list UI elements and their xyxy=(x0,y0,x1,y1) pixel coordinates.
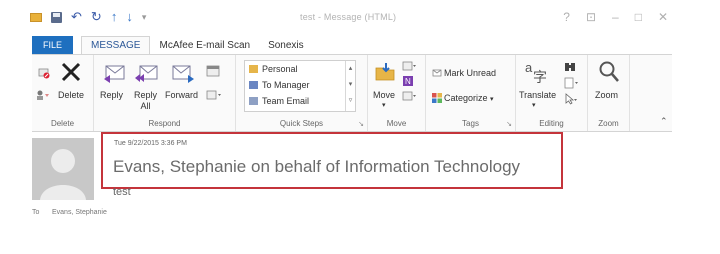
categorize-dropdown-icon: ▾ xyxy=(490,96,494,103)
reply-button[interactable]: Reply xyxy=(100,90,123,100)
quick-access-toolbar: ↶ ↻ ↑ ↓ ▾ xyxy=(30,10,147,23)
more-respond-icon[interactable] xyxy=(206,90,222,100)
title-bar: ↶ ↻ ↑ ↓ ▾ test - Message (HTML) ? ⊡ – □ … xyxy=(0,0,720,34)
onenote-icon[interactable]: N xyxy=(402,75,414,87)
sender-name[interactable]: Evans, Stephanie on behalf of Informatio… xyxy=(113,157,520,177)
move-folder-icon[interactable] xyxy=(374,61,396,83)
folder-icon xyxy=(249,65,258,73)
mark-unread-icon xyxy=(432,69,442,77)
to-label: To xyxy=(32,209,40,216)
forward-button[interactable]: Forward xyxy=(165,90,198,100)
delete-button[interactable]: Delete xyxy=(58,90,84,100)
mark-unread-button[interactable]: Mark Unread xyxy=(444,68,496,78)
forward-mail-icon xyxy=(249,81,258,89)
move-group-label: Move xyxy=(386,119,407,128)
zoom-group-label: Zoom xyxy=(598,119,619,128)
undo-icon[interactable]: ↶ xyxy=(71,10,82,23)
svg-text:a: a xyxy=(525,60,533,75)
person-placeholder-icon xyxy=(32,138,94,200)
window-title: test - Message (HTML) xyxy=(300,12,397,22)
quick-steps-group-label: Quick Steps xyxy=(279,119,324,128)
editing-group: a 字 Translate ▾ Editing xyxy=(516,55,588,131)
mail-icon[interactable] xyxy=(30,12,42,22)
to-recipient[interactable]: Evans, Stephanie xyxy=(52,209,107,216)
ribbon-tabs: FILE MESSAGE McAfee E-mail Scan Sonexis xyxy=(32,36,313,54)
categorize-button[interactable]: Categorize ▾ xyxy=(444,93,494,103)
rules-icon[interactable] xyxy=(402,61,416,71)
actions-icon[interactable] xyxy=(402,91,416,101)
reply-all-button[interactable]: Reply All xyxy=(134,90,157,112)
ribbon: Delete Delete Reply Reply All Forward Re… xyxy=(32,54,672,132)
up-arrow-icon[interactable]: ↑ xyxy=(111,10,118,23)
respond-group: Reply Reply All Forward Respond xyxy=(94,55,236,131)
translate-dropdown-icon[interactable]: ▾ xyxy=(532,101,536,109)
delete-group-label: Delete xyxy=(50,119,75,128)
categorize-label: Categorize xyxy=(444,93,488,103)
svg-text:N: N xyxy=(405,77,411,86)
tags-dialog-launcher-icon[interactable]: ↘ xyxy=(506,120,512,128)
help-icon[interactable]: ? xyxy=(563,10,570,24)
redo-icon[interactable]: ↻ xyxy=(91,10,102,23)
collapse-ribbon-icon[interactable]: ⌃ xyxy=(660,116,668,127)
zoom-icon[interactable] xyxy=(598,60,620,84)
meeting-icon[interactable] xyxy=(206,65,220,77)
reply-icon[interactable] xyxy=(102,61,128,85)
quick-step-label: Team Email xyxy=(262,96,310,106)
tab-mcafee-email-scan[interactable]: McAfee E-mail Scan xyxy=(150,36,259,54)
forward-icon[interactable] xyxy=(170,61,196,85)
quick-step-label: To Manager xyxy=(262,80,310,90)
find-icon[interactable] xyxy=(564,61,576,73)
svg-text:字: 字 xyxy=(533,70,546,85)
quick-step-personal[interactable]: Personal xyxy=(245,61,355,77)
translate-icon[interactable]: a 字 xyxy=(524,59,546,85)
zoom-button[interactable]: Zoom xyxy=(595,90,618,100)
ribbon-options-icon[interactable]: ⊡ xyxy=(586,10,596,24)
reply-all-icon[interactable] xyxy=(134,61,160,85)
close-icon[interactable]: ✕ xyxy=(658,10,668,24)
maximize-icon[interactable]: □ xyxy=(635,10,642,24)
move-dropdown-icon[interactable]: ▾ xyxy=(382,101,386,109)
tags-group: Mark Unread Categorize ▾ Tags ↘ xyxy=(426,55,516,131)
delete-icon[interactable] xyxy=(60,61,82,83)
team-mail-icon xyxy=(249,97,258,105)
tab-sonexis[interactable]: Sonexis xyxy=(259,36,313,54)
save-icon[interactable] xyxy=(51,11,62,23)
clean-up-icon[interactable] xyxy=(36,89,50,101)
categorize-icon xyxy=(432,93,442,103)
message-subject: test xyxy=(113,186,131,198)
tab-file[interactable]: FILE xyxy=(32,36,74,54)
related-icon[interactable] xyxy=(564,77,578,89)
tab-message[interactable]: MESSAGE xyxy=(81,36,151,54)
window-controls: ? ⊡ – □ ✕ xyxy=(563,10,668,24)
dialog-launcher-icon[interactable]: ↘ xyxy=(358,120,364,128)
delete-group: Delete Delete xyxy=(32,55,94,131)
quick-step-to-manager[interactable]: To Manager xyxy=(245,77,355,93)
ignore-icon[interactable] xyxy=(38,67,50,79)
select-icon[interactable] xyxy=(564,93,578,105)
respond-group-label: Respond xyxy=(148,119,181,128)
quick-step-label: Personal xyxy=(262,64,298,74)
move-group: Move ▾ N Move xyxy=(368,55,426,131)
avatar xyxy=(32,138,94,200)
reply-all-label-line1: Reply xyxy=(134,90,158,100)
move-button[interactable]: Move xyxy=(373,90,395,100)
reply-all-label-line2: All xyxy=(140,101,151,111)
translate-button[interactable]: Translate xyxy=(519,90,556,100)
minimize-icon[interactable]: – xyxy=(612,10,619,24)
editing-group-label: Editing xyxy=(539,119,564,128)
quick-steps-gallery: Personal To Manager Team Email ▴ ▾ ▿ xyxy=(244,60,356,112)
quick-steps-group: Personal To Manager Team Email ▴ ▾ ▿ Quick… xyxy=(236,55,368,131)
down-arrow-icon[interactable]: ↓ xyxy=(126,10,133,23)
tags-group-label: Tags xyxy=(462,119,479,128)
quick-steps-scrollbar[interactable]: ▴ ▾ ▿ xyxy=(345,61,355,111)
quick-step-team-email[interactable]: Team Email xyxy=(245,93,355,109)
zoom-group: Zoom Zoom xyxy=(588,55,630,131)
message-date: Tue 9/22/2015 3:36 PM xyxy=(114,140,187,147)
customize-icon[interactable]: ▾ xyxy=(142,11,147,23)
